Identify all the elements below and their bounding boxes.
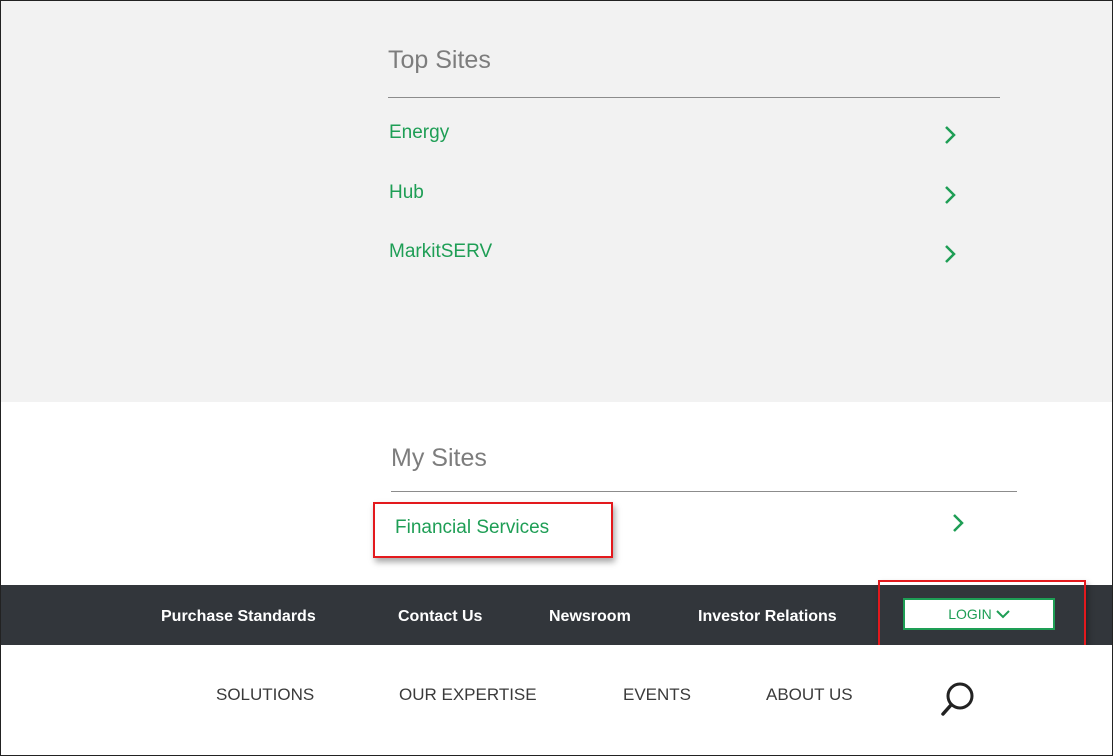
chevron-right-icon[interactable] [938,241,964,267]
top-site-link-hub[interactable]: Hub [389,182,424,204]
top-sites-divider [388,97,1000,98]
nav-item-about-us[interactable]: ABOUT US [766,685,853,705]
nav-item-our-expertise[interactable]: OUR EXPERTISE [399,685,537,705]
my-sites-title: My Sites [391,444,487,472]
search-icon[interactable] [938,679,978,719]
chevron-right-icon[interactable] [938,122,964,148]
utility-link-contact-us[interactable]: Contact Us [398,585,482,645]
chevron-right-icon[interactable] [938,182,964,208]
utility-link-newsroom[interactable]: Newsroom [549,585,631,645]
my-sites-panel: My Sites Financial Services [1,402,1112,585]
utility-link-purchase-standards[interactable]: Purchase Standards [161,585,316,645]
my-site-link-financial-services[interactable]: Financial Services [395,517,549,539]
utility-link-investor-relations[interactable]: Investor Relations [698,585,837,645]
top-sites-panel: Top Sites Energy Hub MarkitSERV [1,1,1112,402]
top-sites-title: Top Sites [388,46,491,74]
main-nav: SOLUTIONS OUR EXPERTISE EVENTS ABOUT US [1,645,1112,755]
top-site-link-markitserv[interactable]: MarkitSERV [389,241,492,263]
nav-item-events[interactable]: EVENTS [623,685,691,705]
chevron-right-icon[interactable] [946,510,972,536]
my-sites-divider [391,491,1017,492]
top-site-link-energy[interactable]: Energy [389,122,449,144]
nav-item-solutions[interactable]: SOLUTIONS [216,685,314,705]
